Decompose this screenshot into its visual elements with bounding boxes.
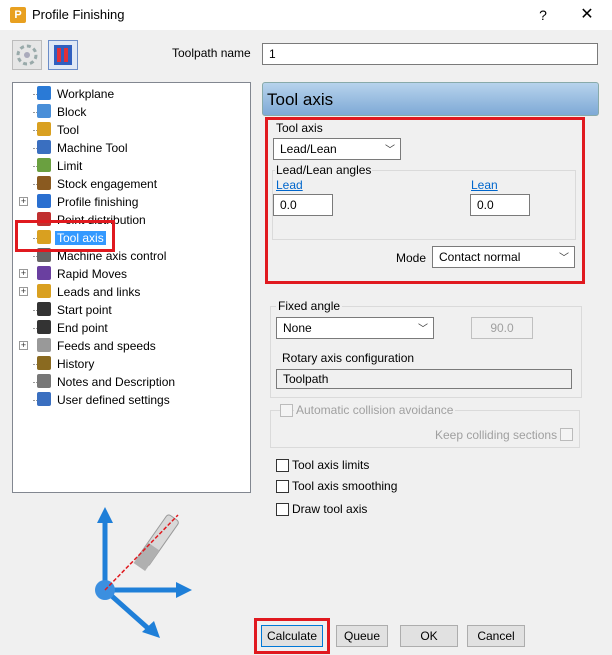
tree-item-block[interactable]: Block — [13, 103, 248, 121]
toolpath-name-input[interactable]: 1 — [262, 43, 598, 65]
collision-checkbox[interactable] — [280, 404, 293, 417]
chevron-down-icon: ﹀ — [418, 324, 428, 335]
tree-item-end-point[interactable]: End point — [13, 319, 248, 337]
tree-item-machine-tool[interactable]: Machine Tool — [13, 139, 248, 157]
tree-item-label: Rapid Moves — [57, 267, 128, 281]
history-icon — [37, 356, 51, 370]
end-point-icon — [37, 320, 51, 334]
toolpath-preview-icon[interactable] — [48, 40, 78, 70]
tool-axis-value: Lead/Lean — [280, 142, 337, 156]
tool-axis-tree-highlight — [15, 220, 115, 252]
mode-select[interactable]: Contact normal ﹀ — [432, 246, 575, 268]
collision-label: Automatic collision avoidance — [294, 403, 456, 417]
draw-tool-axis-label: Draw tool axis — [292, 502, 368, 516]
tree-item-label: Block — [57, 105, 87, 119]
fixed-angle-select[interactable]: None ﹀ — [276, 317, 434, 339]
expand-icon[interactable]: + — [19, 269, 28, 278]
settings-tree: Workplane Block Tool Machine Tool Limit Stock… — [12, 82, 251, 493]
notes-icon — [37, 374, 51, 388]
tool-axis-limits-checkbox[interactable] — [276, 459, 289, 472]
expand-icon[interactable]: + — [19, 341, 28, 350]
tree-item-label: End point — [57, 321, 108, 335]
tree-item-label: Limit — [57, 159, 83, 173]
app-logo-icon: P — [10, 7, 26, 23]
machine-tool-icon — [37, 140, 51, 154]
tree-item-label: Feeds and speeds — [57, 339, 156, 353]
lean-link[interactable]: Lean — [471, 178, 498, 192]
tree-item-notes[interactable]: Notes and Description — [13, 373, 248, 391]
tree-item-user-settings[interactable]: User defined settings — [13, 391, 248, 409]
tree-item-label: Profile finishing — [57, 195, 139, 209]
mode-value: Contact normal — [439, 250, 521, 264]
panel-title: Tool axis — [267, 90, 334, 109]
tree-item-stock-engagement[interactable]: Stock engagement — [13, 175, 248, 193]
cancel-button[interactable]: Cancel — [467, 625, 525, 647]
expand-icon[interactable]: + — [19, 197, 28, 206]
tree-item-workplane[interactable]: Workplane — [13, 85, 248, 103]
help-button[interactable]: ? — [532, 4, 554, 26]
rotary-axis-label: Rotary axis configuration — [282, 351, 415, 365]
tool-axis-select[interactable]: Lead/Lean ﹀ — [273, 138, 401, 160]
tool-axis-label: Tool axis — [276, 121, 323, 135]
lead-lean-group-label: Lead/Lean angles — [275, 163, 373, 177]
close-button[interactable]: ✕ — [574, 4, 600, 26]
toolpath-name-label: Toolpath name — [172, 46, 251, 60]
chevron-down-icon: ﹀ — [559, 253, 569, 264]
tool-axis-smoothing-label: Tool axis smoothing — [292, 479, 398, 493]
mode-label: Mode — [396, 251, 427, 265]
tree-item-feeds-speeds[interactable]: + Feeds and speeds — [13, 337, 248, 355]
tool-axis-limits-label: Tool axis limits — [292, 458, 370, 472]
tree-item-start-point[interactable]: Start point — [13, 301, 248, 319]
tree-item-label: Notes and Description — [57, 375, 176, 389]
tree-item-label: User defined settings — [57, 393, 170, 407]
user-settings-icon — [37, 392, 51, 406]
calculate-button[interactable]: Calculate — [261, 625, 323, 647]
tree-item-profile-finishing[interactable]: + Profile finishing — [13, 193, 248, 211]
tree-item-leads-links[interactable]: + Leads and links — [13, 283, 248, 301]
expand-icon[interactable]: + — [19, 287, 28, 296]
feeds-speeds-icon — [37, 338, 51, 352]
block-icon — [37, 104, 51, 118]
tool-axis-smoothing-checkbox[interactable] — [276, 480, 289, 493]
chevron-down-icon: ﹀ — [385, 145, 395, 156]
keep-colliding-checkbox[interactable] — [560, 428, 573, 441]
keep-colliding-label: Keep colliding sections — [435, 428, 558, 442]
ok-button[interactable]: OK — [400, 625, 458, 647]
rotary-axis-field: Toolpath — [276, 369, 572, 389]
tree-item-label: Tool — [57, 123, 80, 137]
fixed-angle-value: None — [283, 321, 312, 335]
tree-item-tool[interactable]: Tool — [13, 121, 248, 139]
profile-finishing-icon — [37, 194, 51, 208]
tree-item-limit[interactable]: Limit — [13, 157, 248, 175]
lead-input[interactable]: 0.0 — [273, 194, 333, 216]
workplane-icon — [37, 86, 51, 100]
settings-mode-icon[interactable] — [12, 40, 42, 70]
tree-item-label: Leads and links — [57, 285, 141, 299]
tool-icon — [37, 122, 51, 136]
window-title: Profile Finishing — [32, 7, 125, 22]
queue-button[interactable]: Queue — [336, 625, 388, 647]
lean-input[interactable]: 0.0 — [470, 194, 530, 216]
fixed-angle-label: Fixed angle — [276, 299, 343, 313]
tool-axis-illustration-icon — [95, 507, 192, 638]
draw-tool-axis-checkbox[interactable] — [276, 503, 289, 516]
tree-item-label: History — [57, 357, 95, 371]
panel-header: Tool axis — [262, 82, 599, 116]
tree-item-rapid-moves[interactable]: + Rapid Moves — [13, 265, 248, 283]
tree-item-label: Start point — [57, 303, 112, 317]
tree-item-label: Machine Tool — [57, 141, 128, 155]
tree-item-label: Stock engagement — [57, 177, 158, 191]
stock-engagement-icon — [37, 176, 51, 190]
limit-icon — [37, 158, 51, 172]
leads-links-icon — [37, 284, 51, 298]
tree-item-label: Workplane — [57, 87, 115, 101]
fixed-angle-input: 90.0 — [471, 317, 533, 339]
start-point-icon — [37, 302, 51, 316]
lead-link[interactable]: Lead — [276, 178, 303, 192]
tree-item-history[interactable]: History — [13, 355, 248, 373]
rapid-moves-icon — [37, 266, 51, 280]
